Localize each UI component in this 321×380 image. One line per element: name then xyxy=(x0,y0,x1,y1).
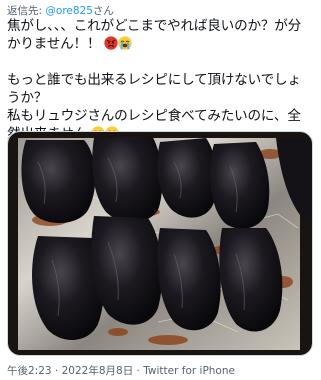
tweet-photo[interactable] xyxy=(7,131,313,356)
tweet-text: 焦がし、、、これがどこまでやれば良いのか？が分かりません！！ もっと誰でも出来る… xyxy=(7,17,313,143)
loudly-crying-face-icon xyxy=(118,36,133,50)
angry-face-icon xyxy=(104,36,119,50)
tweet-line-2: もっと誰でも出来るレシピにして頂けないでしょうか？ xyxy=(7,71,313,107)
tweet-date[interactable]: 2022年8月8日 xyxy=(62,365,134,377)
reply-suffix: さん xyxy=(92,5,114,17)
reply-prefix: 返信先: xyxy=(7,5,46,17)
tweet-line-1-text: 焦がし、、、これがどこまでやれば良いのか？が分かりません！！ xyxy=(7,18,302,52)
tweet-line-1: 焦がし、、、これがどこまでやれば良いのか？が分かりません！！ xyxy=(7,17,313,53)
tweet-source: Twitter for iPhone xyxy=(143,365,235,377)
tweet-meta: 午後2:23 · 2022年8月8日 · Twitter for iPhone xyxy=(7,363,235,378)
charred-peppers-photo xyxy=(8,132,312,355)
meta-separator: · xyxy=(133,365,144,377)
tweet: 返信先: @ore825さん 焦がし、、、これがどこまでやれば良いのか？が分かり… xyxy=(0,0,321,380)
tweet-time[interactable]: 午後2:23 xyxy=(7,365,52,377)
reply-context: 返信先: @ore825さん xyxy=(7,3,114,18)
meta-separator: · xyxy=(51,365,62,377)
tweet-line-2-text: もっと誰でも出来るレシピにして頂けないでしょうか？ xyxy=(7,72,301,106)
reply-handle-link[interactable]: @ore825 xyxy=(45,5,93,17)
